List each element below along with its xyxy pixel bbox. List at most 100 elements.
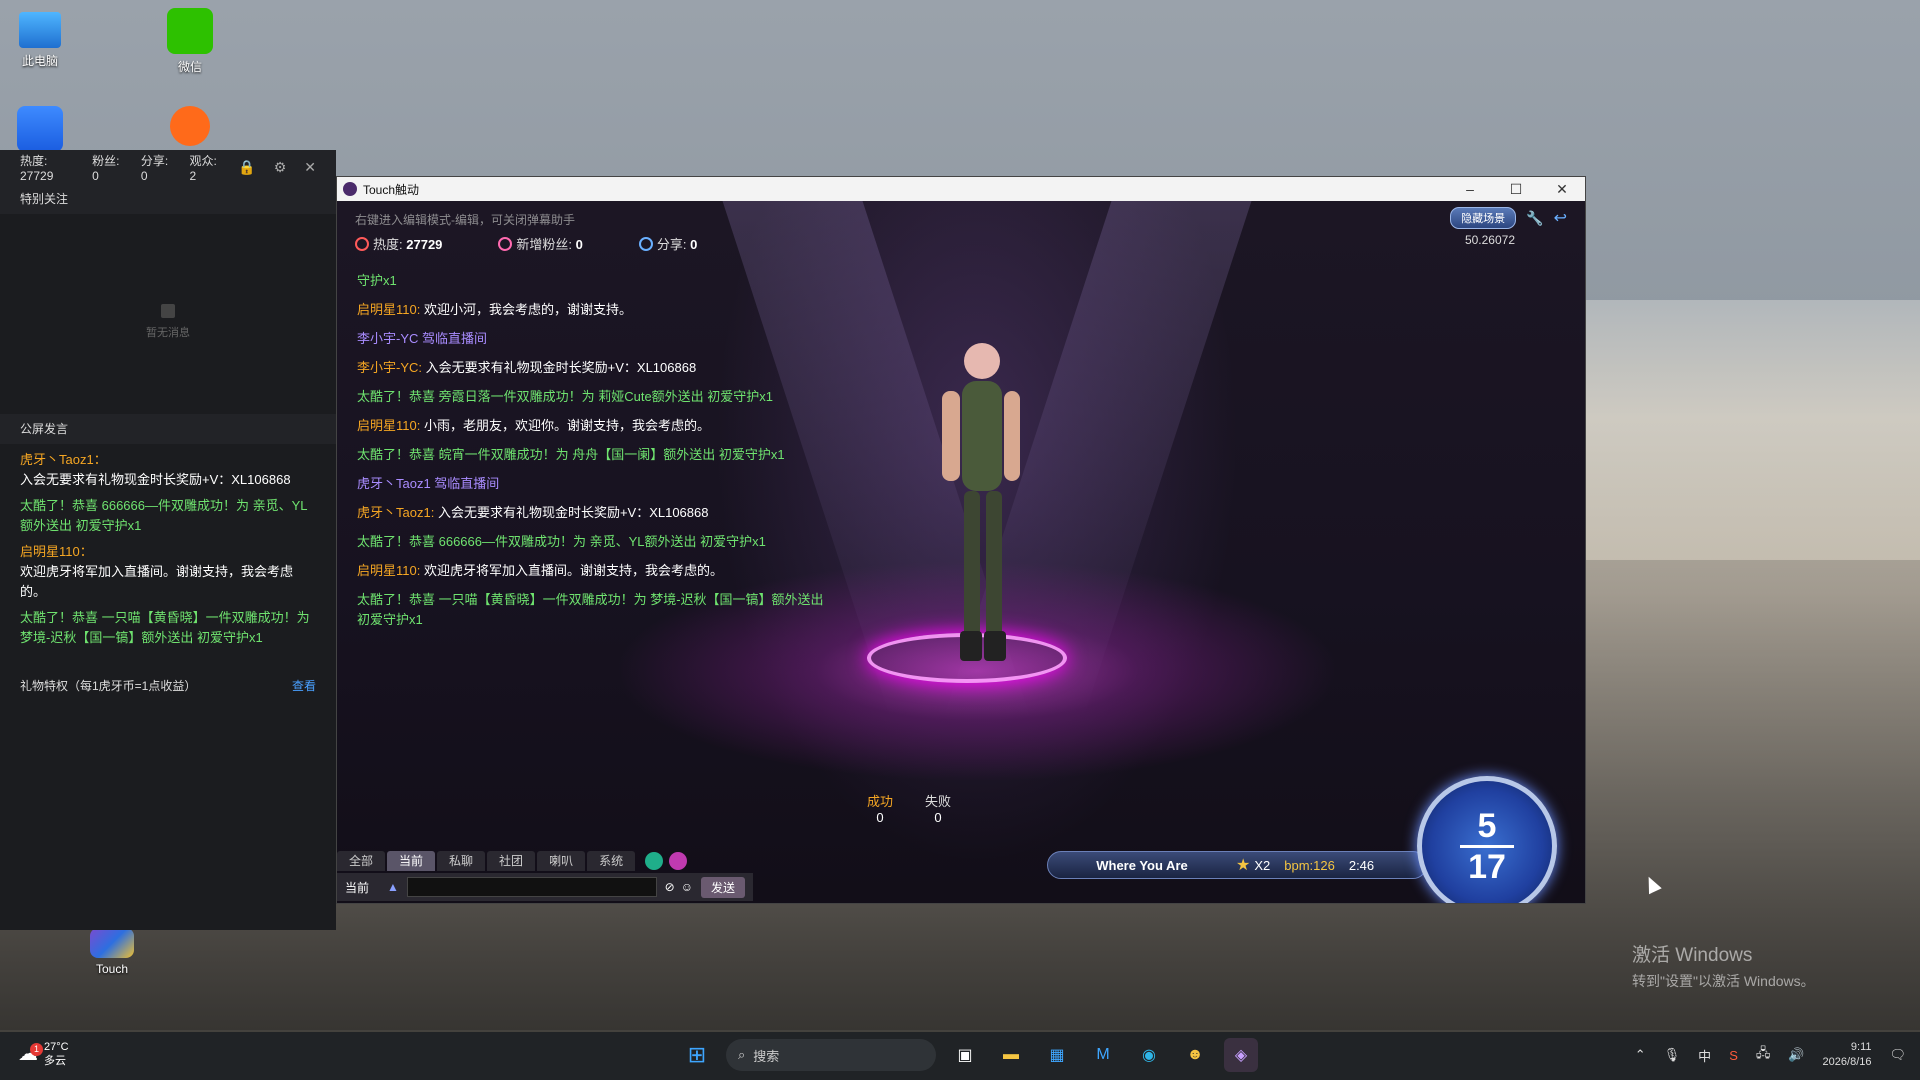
desktop-icon-touch[interactable]: Touch [72,928,152,976]
close-icon[interactable]: ✕ [304,159,316,176]
list-item: 守护x1 [357,273,397,288]
wrench-icon[interactable]: 🔧 [1526,210,1543,227]
list-item: 启明星110: 小雨，老朋友，欢迎你。谢谢支持，我会考虑的。 [357,418,710,433]
star-icon: ★ [1236,857,1251,874]
list-item: 启明星110: 欢迎虎牙将军加入直播间。谢谢支持，我会考虑的。 [357,563,723,578]
public-chat-feed[interactable]: 虎牙丶Taoz1： 入会无要求有礼物现金时长奖励+V：XL106868 太酷了！恭… [0,444,336,672]
chat-tabs: 全部 当前 私聊 社团 喇叭 系统 [337,851,688,871]
list-item: 太酷了！恭喜 一只喵【黄昏晓】一件双雕成功！为 梦境-迟秋【国一镐】额外送出 初… [20,610,310,645]
taskbar-search[interactable]: ⌕ 搜索 [726,1039,936,1071]
file-explorer-icon[interactable]: ▬ [994,1038,1028,1072]
combo-counter: 5 17 [1417,776,1557,903]
wallpaper-sea [1580,300,1920,560]
tab-horn[interactable]: 喇叭 [537,851,586,871]
share-label: 分享: [140,153,169,168]
list-item: 太酷了！恭喜 旁霞日落一件双雕成功！为 莉娅Cute额外送出 初爱守护x1 [357,389,774,404]
gift-privilege-text: 礼物特权（每1虎牙币=1点收益） [20,679,197,693]
fans-label: 粉丝: [92,153,120,168]
chevron-up-icon[interactable]: ▲ [387,880,399,894]
tab-current[interactable]: 当前 [387,851,436,871]
weather-widget[interactable]: ☁ 1 27°C 多云 [18,1040,69,1068]
touch-game-icon [90,928,134,958]
tab-club[interactable]: 社团 [487,851,536,871]
gear-icon[interactable]: ⚙ [274,159,287,176]
chevron-up-icon[interactable]: ⌃ [1635,1047,1646,1063]
empty-text: 暂无消息 [146,327,190,339]
desktop-icon-label: Touch [95,962,129,976]
emoji-pink-icon[interactable] [669,852,688,870]
task-view-icon[interactable]: ▣ [948,1038,982,1072]
edge-icon[interactable]: ◉ [1132,1038,1166,1072]
desktop-icon-recorder[interactable] [150,106,230,150]
list-item: 太酷了！恭喜 皖宵一件双雕成功！为 舟舟【国一阑】额外送出 初爱守护x1 [357,447,785,462]
sogou-icon[interactable]: S [1729,1048,1738,1063]
microphone-icon[interactable]: 🎙 [1664,1047,1681,1063]
success-count: 0 [876,810,884,825]
desktop-icon-label: 此电脑 [21,54,58,68]
game-launcher-icon[interactable]: ☻ [1178,1038,1212,1072]
lock-icon[interactable]: 🔒 [238,159,255,176]
share-icon [638,237,653,251]
windows-start-icon[interactable]: ⊞ [680,1038,714,1072]
touch-taskbar-icon[interactable]: ◈ [1224,1038,1258,1072]
list-item: 启明星110： 欢迎虎牙将军加入直播间。谢谢支持，我会考虑的。 [20,544,294,599]
chat-input[interactable] [406,877,657,897]
tab-system[interactable]: 系统 [587,851,636,871]
heat-value: 27729 [406,237,443,252]
input-method-icon[interactable]: 中 [1698,1046,1711,1065]
fans-value: 0 [92,168,99,183]
list-item: 太酷了！恭喜 666666—件双雕成功！为 亲觅、YL额外送出 初爱守护x1 [20,498,308,533]
desktop-icon-this-pc[interactable]: 此电脑 [0,8,80,69]
fail-label: 失败 [925,794,952,809]
list-item: 虎牙丶Taoz1： 入会无要求有礼物现金时长奖励+V：XL106868 [20,452,291,487]
weather-badge: 1 [30,1043,43,1056]
special-follow-area: 暂无消息 [0,214,336,414]
window-title: Touch触动 [363,182,420,197]
channel-select[interactable]: 当前 [345,879,369,896]
heat-value: 27729 [20,168,54,183]
danmaku-chat: 守护x1 启明星110: 欢迎小河，我会考虑的，谢谢支持。 李小宇-YC 驾临直… [357,271,837,639]
minimize-icon[interactable]: – [1447,181,1493,198]
game-stage[interactable]: 右键进入编辑模式-编辑，可关闭弹幕助手 热度: 27729 新增粉丝: 0 分享… [337,201,1585,903]
tab-all[interactable]: 全部 [337,851,386,871]
touch-game-window: Touch触动 – ☐ ✕ 右键进入编辑模式-编辑，可关闭弹幕助手 热度: 27… [336,176,1586,904]
hide-scene-button[interactable]: 隐藏场景 [1450,207,1517,229]
desktop-icon-app-m[interactable] [0,106,80,156]
stream-assistant-panel: 热度: 27729 粉丝: 0 分享: 0 观众: 2 🔒 ⚙ ✕ 特别关注 暂… [0,150,336,930]
special-follow-title: 特别关注 [0,184,336,214]
view-more-link[interactable]: 查看 [292,672,316,700]
gift-privilege-row: 礼物特权（每1虎牙币=1点收益） 查看 [0,672,336,700]
tab-private[interactable]: 私聊 [437,851,486,871]
search-icon: ⌕ [738,1047,746,1062]
monitor-icon [19,12,61,48]
maximize-icon[interactable]: ☐ [1493,181,1539,198]
heat-label: 热度: [373,237,403,252]
song-info-bar: Where You Are ★ X2 bpm:126 2:46 [1047,851,1427,879]
hit-result: 成功 0 失败 0 [867,791,951,825]
system-tray: ⌃ 🎙 中 S 🖧 🔊 9:11 2026/8/16 🗨 [1635,1040,1906,1070]
combo-current: 5 [1477,806,1497,845]
song-time: 2:46 [1348,857,1375,873]
back-arrow-icon[interactable]: ↩ [1554,208,1567,228]
chat-input-bar: 当前 ▲ ⊘ ☺ 发送 [337,873,753,901]
dancer-avatar [942,343,1020,661]
window-titlebar[interactable]: Touch触动 – ☐ ✕ [337,177,1585,201]
network-icon[interactable]: 🖧 [1756,1044,1771,1066]
new-fans-value: 0 [575,237,583,252]
viewers-label: 观众: [189,153,217,168]
timer-readout: 50.26072 [1464,233,1515,247]
block-icon[interactable]: ⊘ [665,880,675,894]
weather-temp: 27°C [44,1041,69,1053]
windows-activation-watermark: 激活 Windows 转到"设置"以激活 Windows。 [1632,945,1815,989]
smile-icon[interactable]: ☺ [681,880,693,894]
store-icon[interactable]: ▦ [1040,1038,1074,1072]
send-button[interactable]: 发送 [700,876,745,898]
app-m-icon[interactable]: M [1086,1038,1120,1072]
notification-icon[interactable]: 🗨 [1889,1047,1906,1063]
new-fans-label: 新增粉丝: [516,237,573,252]
close-icon[interactable]: ✕ [1539,181,1585,198]
clock[interactable]: 9:11 2026/8/16 [1823,1040,1872,1070]
volume-icon[interactable]: 🔊 [1788,1047,1804,1063]
desktop-icon-wechat[interactable]: 微信 [150,8,230,75]
emoji-green-icon[interactable] [645,852,664,870]
